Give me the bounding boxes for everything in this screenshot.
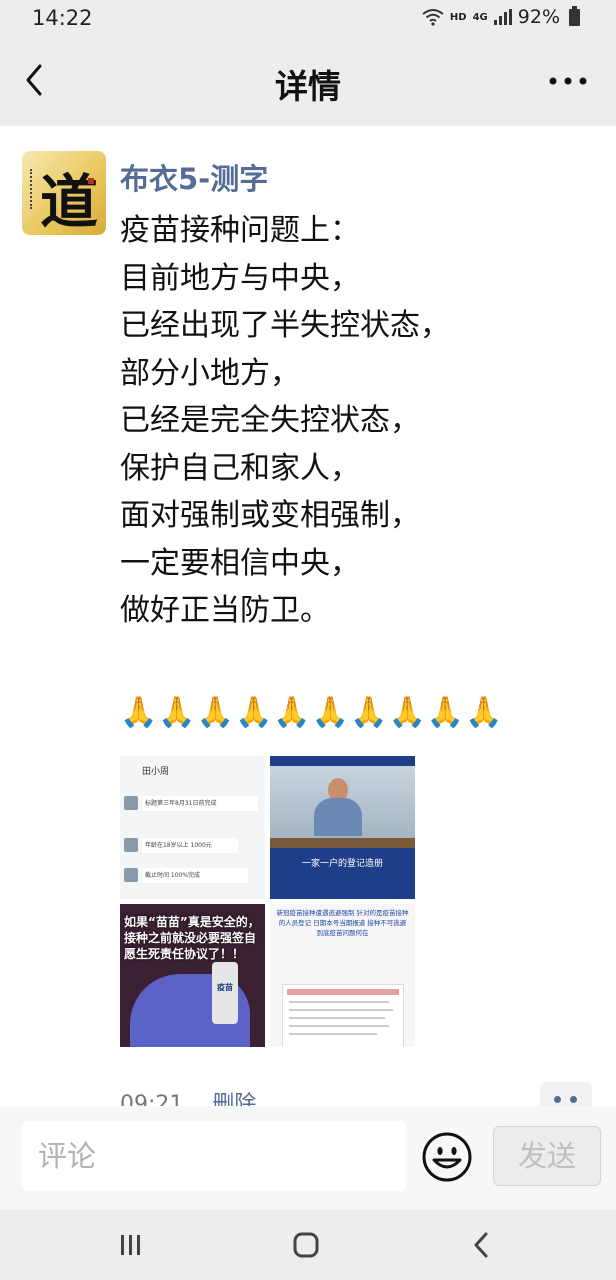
status-time: 14:22 <box>32 6 93 30</box>
battery-icon <box>569 5 580 26</box>
chat-header: 田小周 <box>142 767 170 777</box>
post-line: 做好正当防卫。 <box>120 593 330 628</box>
emoji-button[interactable] <box>421 1131 473 1183</box>
doc-header <box>287 989 399 995</box>
more-button[interactable] <box>546 66 590 96</box>
avatar-brush-mark <box>30 169 38 209</box>
recents-icon <box>121 1235 140 1255</box>
hd-label: HD <box>449 11 467 23</box>
system-back-button[interactable] <box>452 1224 512 1266</box>
home-icon <box>293 1232 319 1258</box>
desk <box>270 838 415 848</box>
chat-avatar <box>124 796 138 810</box>
more-dots-icon <box>549 77 587 85</box>
speaker-body <box>314 798 362 836</box>
signal-icon <box>493 9 512 25</box>
image-vaccine-vial[interactable]: 疫苗 如果“苗苗”真是安全的，接种之前就没必要强签自愿生死责任协议了！！ <box>120 904 265 1047</box>
battery-percent: 92% <box>517 6 560 28</box>
meeting-caption: 一家一户的登记造册 <box>301 859 383 869</box>
chat-bubble: 标题第三年8月31日前完成 <box>142 796 258 811</box>
avatar[interactable]: 道 <box>22 151 106 235</box>
post-line: 目前地方与中央， <box>120 260 360 296</box>
page-title: 详情 <box>275 67 341 106</box>
doc-line <box>289 1033 377 1035</box>
chat-avatar <box>124 838 138 852</box>
speaker-figure <box>314 778 362 836</box>
avatar-glyph: 道 <box>40 168 99 235</box>
post-line: 部分小地方， <box>120 355 300 391</box>
vial-overlay-text: 如果“苗苗”真是安全的，接种之前就没必要强签自愿生死责任协议了！！ <box>124 915 260 961</box>
comment-bar: 评论 发送 <box>0 1106 616 1210</box>
post-line: 面对强制或变相强制， <box>120 498 420 533</box>
news-text: 新冠疫苗接种遭遇逃避强制 针对的是疫苗接种的人员登记 日期本号当期报道 接种不可… <box>276 909 409 937</box>
doc-line <box>289 1009 393 1011</box>
wifi-icon <box>422 9 444 26</box>
post-line: 疫苗接种问题上： <box>120 213 360 248</box>
post-line: 一定要相信中央， <box>120 545 360 581</box>
doc-line <box>289 1025 389 1027</box>
doc-line <box>289 1017 385 1019</box>
status-bar: 14:22 HD 4G 92% <box>0 0 616 38</box>
back-icon <box>474 1232 488 1258</box>
network-type-label: 4G <box>472 11 488 23</box>
dot <box>570 1096 577 1103</box>
dot <box>554 1096 561 1103</box>
doc-line <box>289 1001 389 1003</box>
chat-avatar <box>124 868 138 882</box>
image-official-meeting[interactable]: 一家一户的登记造册 <box>270 756 415 899</box>
post-line: 保护自己和家人， <box>120 450 360 486</box>
system-navigation-bar <box>0 1210 616 1280</box>
vial-icon: 疫苗 <box>212 962 238 1024</box>
title-bar: 详情 <box>0 38 616 126</box>
post-line: 已经出现了半失控状态， <box>120 308 450 343</box>
recents-button[interactable] <box>100 1224 160 1266</box>
image-chat-screenshot[interactable]: 田小周 标题第三年8月31日前完成 年龄在18岁以上 1000元 截止时间 10… <box>120 756 265 899</box>
post-username[interactable]: 布衣5-测字 <box>120 156 268 198</box>
chat-bubble: 年龄在18岁以上 1000元 <box>142 838 238 853</box>
avatar-stamp <box>87 177 94 184</box>
send-button[interactable]: 发送 <box>493 1126 601 1186</box>
image-news-document[interactable]: 新冠疫苗接种遭遇逃避强制 针对的是疫苗接种的人员登记 日期本号当期报道 接种不可… <box>270 904 415 1047</box>
image-grid: 田小周 标题第三年8月31日前完成 年龄在18岁以上 1000元 截止时间 10… <box>120 756 416 1047</box>
post-text: 疫苗接种问题上： 目前地方与中央， 已经出现了半失控状态， 部分小地方， 已经是… <box>120 207 590 635</box>
prayer-emojis: 🙏🙏🙏🙏🙏🙏🙏🙏🙏🙏 <box>120 695 504 730</box>
home-button[interactable] <box>276 1224 336 1266</box>
chat-bubble: 截止时间 100%完成 <box>142 868 248 883</box>
status-icons: HD 4G 92% <box>422 5 580 28</box>
document-thumbnail <box>282 984 404 1047</box>
smiley-icon <box>422 1132 472 1182</box>
vial-label: 疫苗 <box>217 983 233 992</box>
comment-input[interactable]: 评论 <box>22 1121 406 1191</box>
post-line: 已经是完全失控状态， <box>120 403 420 438</box>
